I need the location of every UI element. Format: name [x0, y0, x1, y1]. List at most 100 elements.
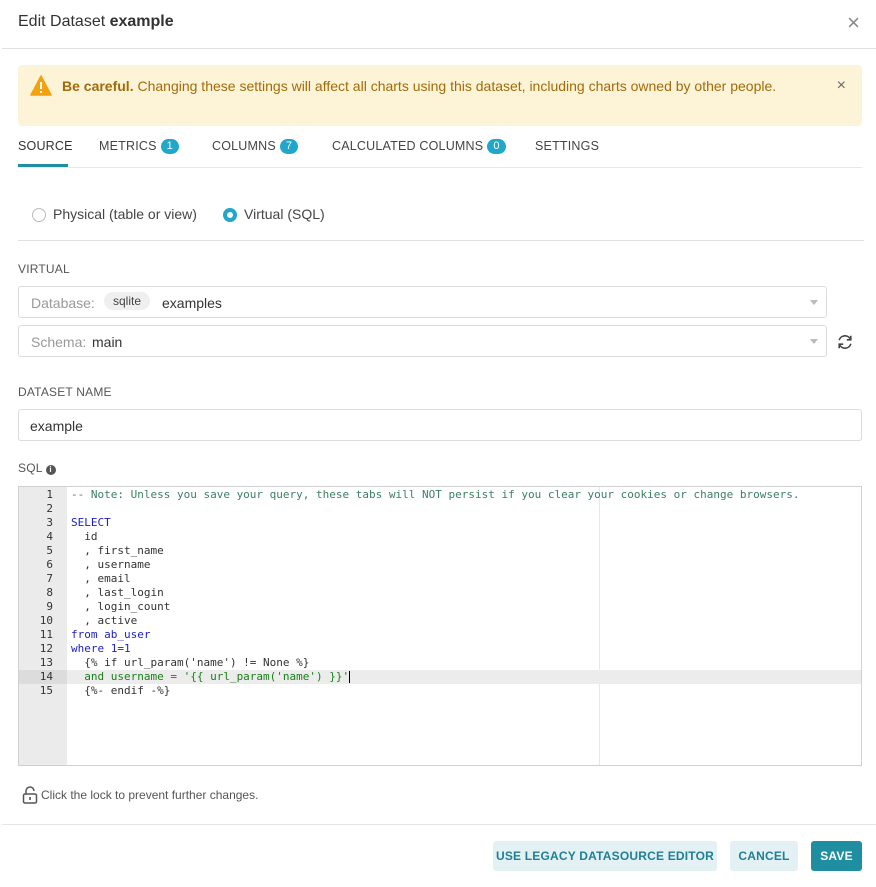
database-name: examples [162, 295, 222, 311]
line-number: 4 [46, 530, 53, 543]
alert-strong: Be careful. [62, 78, 134, 94]
code-line: 10 , active [19, 614, 861, 628]
close-icon[interactable]: × [847, 10, 860, 36]
sql-label-text: SQL [18, 461, 43, 475]
columns-count-badge: 7 [279, 139, 299, 154]
code-line: 8 , last_login [19, 586, 861, 600]
code-line: 5 , first_name [19, 544, 861, 558]
schema-prefix: Schema: [31, 334, 87, 350]
code-line: 1 -- Note: Unless you save your query, th… [19, 488, 861, 502]
line-number: 10 [39, 614, 53, 627]
text-cursor [349, 671, 350, 683]
code-line: 2 [19, 502, 861, 516]
chevron-down-icon [810, 300, 818, 305]
code-text: and username = '{{ url_param('name') }}' [71, 670, 350, 683]
database-prefix: Database: [31, 295, 95, 311]
lock-row: Click the lock to prevent further change… [22, 786, 258, 804]
dataset-tabs: SOURCE METRICS 1 COLUMNS 7 CALCULATED COLU… [18, 129, 862, 168]
line-number: 6 [46, 558, 53, 571]
footer-divider [2, 824, 876, 825]
modal-title-dataset: example [109, 13, 174, 30]
tab-calculated-columns-label: CALCULATED COLUMNS [332, 139, 484, 153]
alert-body: Changing these settings will affect all … [137, 78, 777, 94]
tab-columns[interactable]: COLUMNS 7 [212, 139, 299, 154]
save-button[interactable]: SAVE [811, 841, 862, 871]
alert-close-icon[interactable]: × [837, 77, 846, 95]
tab-columns-label: COLUMNS [212, 139, 276, 153]
radio-physical[interactable]: Physical (table or view) [32, 206, 197, 222]
refresh-icon[interactable] [836, 333, 854, 351]
sql-editor[interactable]: 1 -- Note: Unless you save your query, th… [18, 486, 862, 766]
code-line: 9 , login_count [19, 600, 861, 614]
code-text: -- Note: Unless you save your query, the… [71, 488, 800, 501]
warning-icon [30, 75, 52, 96]
modal-title-prefix: Edit Dataset [18, 13, 106, 30]
tab-metrics[interactable]: METRICS 1 [99, 139, 179, 154]
code-text: , username [71, 558, 151, 571]
sql-label: SQL i [18, 461, 56, 475]
line-number: 2 [46, 502, 53, 515]
alert-message: Be careful. Changing these settings will… [62, 75, 792, 97]
code-line: 13 {% if url_param('name') != None %} [19, 656, 861, 670]
modal-title: Edit Dataset example [18, 13, 174, 31]
code-line: 15 {%- endif -%} [19, 684, 861, 698]
schema-value: main [92, 334, 123, 350]
tab-source-label: SOURCE [18, 139, 73, 153]
line-number: 14 [19, 670, 67, 684]
info-icon[interactable]: i [45, 465, 56, 475]
line-number: 5 [46, 544, 53, 557]
warning-alert: Be careful. Changing these settings will… [18, 65, 862, 126]
tab-settings[interactable]: SETTINGS [535, 139, 599, 153]
database-backend-pill: sqlite [104, 292, 151, 310]
line-number: 1 [46, 488, 53, 501]
code-text: , active [71, 614, 138, 627]
line-number: 3 [46, 516, 53, 529]
radio-physical-dot [32, 208, 46, 222]
code-text: SELECT [71, 516, 111, 529]
code-text: {%- endif -%} [71, 684, 171, 697]
tab-calculated-columns[interactable]: CALCULATED COLUMNS 0 [332, 139, 506, 154]
line-number: 12 [39, 642, 53, 655]
code-line: 6 , username [19, 558, 861, 572]
edit-dataset-modal: Edit Dataset example × Be careful. Chang… [2, 0, 876, 887]
section-divider [18, 240, 864, 241]
line-number: 7 [46, 572, 53, 585]
cancel-button[interactable]: CANCEL [730, 841, 798, 871]
line-number: 11 [39, 628, 53, 641]
unlock-icon[interactable] [22, 786, 38, 804]
tab-metrics-label: METRICS [99, 139, 157, 153]
modal-header: Edit Dataset example × [2, 0, 876, 49]
code-line: 3 SELECT [19, 516, 861, 530]
lock-text: Click the lock to prevent further change… [41, 788, 259, 802]
radio-physical-label: Physical (table or view) [53, 206, 197, 222]
radio-virtual-label: Virtual (SQL) [244, 206, 325, 222]
calculated-columns-count-badge: 0 [487, 139, 506, 154]
line-number: 9 [46, 600, 53, 613]
line-number: 15 [39, 684, 53, 697]
legacy-editor-button[interactable]: USE LEGACY DATASOURCE EDITOR [493, 841, 717, 871]
line-number: 13 [39, 656, 53, 669]
code-text: , first_name [71, 544, 164, 557]
chevron-down-icon [810, 339, 818, 344]
code-text: id [71, 530, 98, 543]
metrics-count-badge: 1 [160, 139, 179, 154]
radio-virtual[interactable]: Virtual (SQL) [223, 206, 325, 222]
code-text: , email [71, 572, 131, 585]
code-line: 12 where 1=1 [19, 642, 861, 656]
database-select[interactable]: Database: sqlite examples [18, 286, 827, 318]
code-text: from ab_user [71, 628, 151, 641]
dataset-name-input[interactable]: example [18, 409, 862, 441]
code-line-active: 14 and username = '{{ url_param('name') … [19, 670, 861, 684]
code-text: , last_login [71, 586, 164, 599]
schema-select[interactable]: Schema: main [18, 325, 827, 357]
code-line: 4 id [19, 530, 861, 544]
active-tab-indicator [18, 164, 68, 167]
line-number: 8 [46, 586, 53, 599]
radio-virtual-dot [223, 208, 237, 222]
virtual-section-label: VIRTUAL [18, 262, 70, 276]
code-text: where 1=1 [71, 642, 131, 655]
code-text: , login_count [71, 600, 171, 613]
code-text: {% if url_param('name') != None %} [71, 656, 310, 669]
tab-settings-label: SETTINGS [535, 139, 600, 153]
tab-source[interactable]: SOURCE [18, 139, 73, 153]
